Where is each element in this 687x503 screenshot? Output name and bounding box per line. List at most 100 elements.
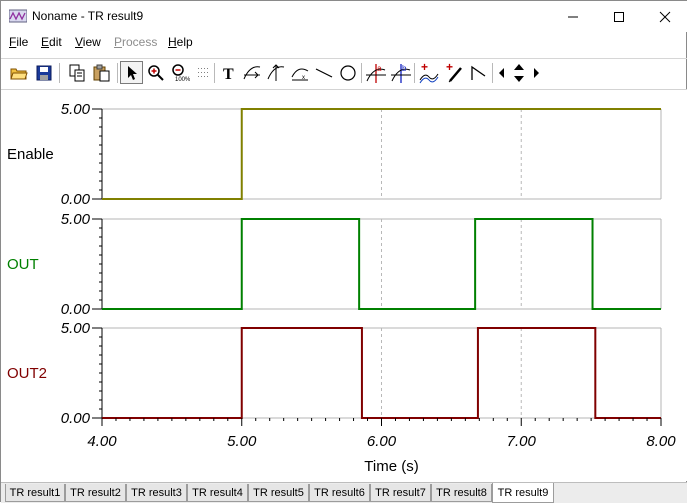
toolbar-separator — [214, 63, 215, 83]
waveform-chart[interactable]: 5.00 0.00 Enable 5.00 0.00 OUT 5.00 0.00 OUT2 4.0… — [1, 90, 687, 482]
svg-text:a: a — [377, 64, 382, 73]
nav-updown-button[interactable] — [510, 61, 528, 84]
svg-text:x: x — [302, 75, 305, 81]
y-tick-label: 0.00 — [61, 410, 91, 427]
tab-tr-result6[interactable]: TR result6 — [309, 484, 370, 502]
menu-view[interactable]: View — [75, 35, 101, 49]
nav-right-icon — [534, 67, 539, 78]
cursor-x-button[interactable] — [240, 61, 263, 84]
paste-button[interactable] — [90, 61, 113, 84]
close-icon — [659, 11, 671, 22]
open-folder-icon — [9, 68, 28, 79]
x-tick-label: 6.00 — [367, 433, 397, 450]
tab-tr-result1[interactable]: TR result1 — [5, 484, 65, 502]
channel-label-out: OUT — [7, 256, 39, 273]
nav-right-button[interactable] — [529, 61, 543, 84]
toolbar-separator — [59, 63, 60, 83]
svg-text:T: T — [223, 66, 234, 81]
zoom-in-button[interactable] — [144, 61, 167, 84]
pen-button[interactable]: + — [442, 61, 465, 84]
y-tick-label: 0.00 — [61, 191, 91, 208]
cursor-a-button[interactable]: a — [364, 61, 387, 84]
toolbar-separator — [361, 63, 362, 83]
app-window: Noname - TR result9 File Edit View Proce… — [0, 0, 687, 503]
app-icon — [9, 9, 27, 23]
toolbar: 100% T x a b + + — [1, 58, 687, 89]
save-button[interactable] — [32, 61, 55, 84]
cursor-y-button[interactable] — [264, 61, 287, 84]
ellipse-tool-button[interactable] — [336, 61, 359, 84]
toolbar-separator — [414, 63, 415, 83]
x-tick-label: 8.00 — [646, 433, 676, 450]
ellipse-tool-icon — [339, 64, 356, 81]
line-tool-icon — [315, 67, 332, 78]
close-button[interactable] — [642, 1, 687, 32]
tab-tr-result9[interactable]: TR result9 — [492, 483, 554, 503]
curve-icon: x — [291, 68, 308, 81]
tab-tr-result2[interactable]: TR result2 — [65, 484, 126, 502]
open-button[interactable] — [7, 61, 30, 84]
zoom-100-icon: 100% — [171, 63, 190, 82]
text-tool-button[interactable]: T — [217, 61, 240, 84]
cursor-x-icon — [243, 65, 260, 79]
cursor-y-icon — [267, 63, 284, 81]
text-tool-icon: T — [223, 66, 234, 81]
cursor-a-icon: a — [365, 63, 386, 83]
slope-icon — [470, 65, 485, 80]
x-tick-label: 5.00 — [227, 433, 257, 450]
y-tick-label: 5.00 — [61, 101, 91, 118]
result-tabs: TR result1 TR result2 TR result3 TR result4… — [1, 482, 687, 503]
copy-icon — [69, 64, 84, 81]
paste-icon — [93, 64, 109, 81]
menu-process[interactable]: Process — [114, 35, 157, 49]
menu-file[interactable]: File — [9, 35, 28, 49]
window-title: Noname - TR result9 — [32, 9, 144, 23]
nav-left-icon — [499, 67, 504, 78]
toolbar-separator — [117, 63, 118, 83]
add-curve-button[interactable]: + — [417, 61, 440, 84]
x-tick-label: 4.00 — [87, 433, 117, 450]
grid-icon — [197, 67, 208, 77]
menu-bar: File Edit View Process Help — [1, 32, 687, 52]
pen-icon: + — [446, 62, 462, 82]
select-arrow-icon — [127, 65, 137, 80]
maximize-button[interactable] — [596, 1, 642, 32]
nav-updown-icon — [514, 63, 524, 82]
x-tick-label: 7.00 — [507, 433, 537, 450]
add-curve-icon: + — [419, 62, 438, 83]
channel-label-enable: Enable — [7, 146, 54, 163]
slope-button[interactable] — [467, 61, 490, 84]
cursor-b-button[interactable]: b — [389, 61, 412, 84]
channel-label-out2: OUT2 — [7, 365, 47, 382]
tab-tr-result3[interactable]: TR result3 — [126, 484, 187, 502]
y-tick-label: 5.00 — [61, 320, 91, 337]
svg-text:+: + — [446, 62, 453, 74]
curve-button[interactable]: x — [288, 61, 311, 84]
toolbar-separator — [492, 63, 493, 83]
save-icon — [36, 65, 51, 80]
tab-tr-result4[interactable]: TR result4 — [187, 484, 248, 502]
svg-text:100%: 100% — [175, 77, 190, 82]
select-tool-button[interactable] — [120, 61, 143, 84]
minimize-button[interactable] — [550, 1, 596, 32]
svg-text:b: b — [402, 64, 407, 73]
y-tick-label: 0.00 — [61, 301, 91, 318]
zoom-in-icon — [147, 64, 164, 81]
maximize-icon — [614, 11, 624, 22]
svg-text:+: + — [421, 62, 428, 74]
x-axis-title: Time (s) — [364, 458, 418, 475]
minimize-icon — [568, 16, 578, 17]
menu-help[interactable]: Help — [168, 35, 193, 49]
tab-tr-result8[interactable]: TR result8 — [431, 484, 492, 502]
tab-tr-result5[interactable]: TR result5 — [248, 484, 309, 502]
menu-edit[interactable]: Edit — [41, 35, 62, 49]
zoom-100-button[interactable]: 100% — [168, 61, 191, 84]
copy-button[interactable] — [65, 61, 88, 84]
y-tick-label: 5.00 — [61, 211, 91, 228]
title-bar[interactable]: Noname - TR result9 — [1, 1, 687, 32]
nav-left-button[interactable] — [495, 61, 509, 84]
plot-area[interactable]: 5.00 0.00 Enable 5.00 0.00 OUT 5.00 0.00 OUT2 4.0… — [1, 89, 687, 481]
grid-button[interactable] — [192, 61, 215, 84]
line-tool-button[interactable] — [312, 61, 335, 84]
tab-tr-result7[interactable]: TR result7 — [370, 484, 431, 502]
